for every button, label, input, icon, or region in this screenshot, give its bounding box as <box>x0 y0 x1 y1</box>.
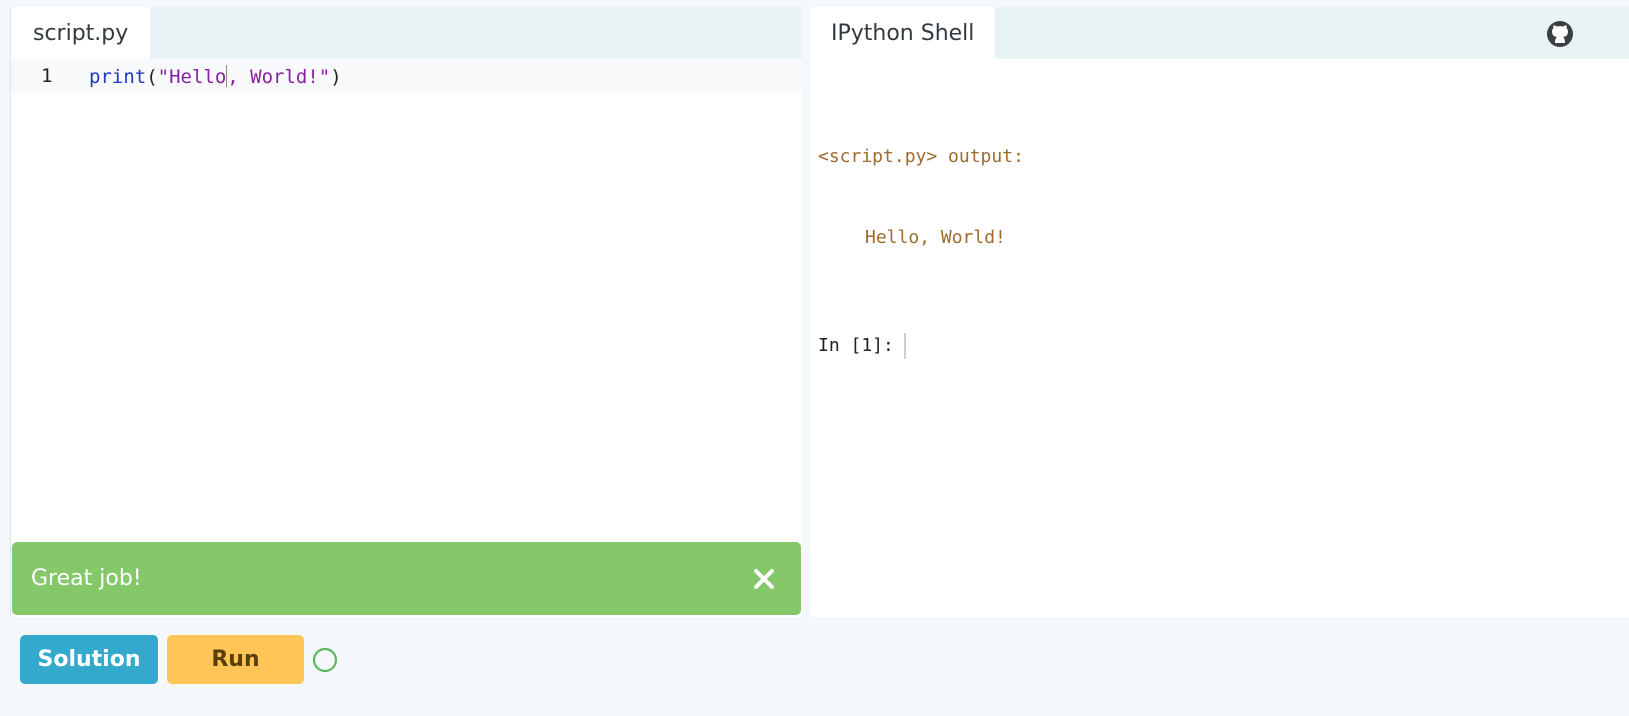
success-toast: Great job! <box>12 542 801 615</box>
shell-tab-label: IPython Shell <box>831 20 975 46</box>
close-icon[interactable] <box>749 564 779 594</box>
code-token-func: print <box>89 65 147 88</box>
tab-script-py[interactable]: script.py <box>11 7 151 59</box>
solution-button[interactable]: Solution <box>20 635 158 684</box>
code-token-open-paren: ( <box>146 65 158 88</box>
tab-label: script.py <box>33 20 129 46</box>
status-circle-icon <box>312 647 338 673</box>
run-button-label: Run <box>211 647 260 672</box>
toast-message: Great job! <box>31 566 142 591</box>
editor-pane: script.py 1 print("Hello, World!") <box>10 7 802 617</box>
tab-ipython-shell[interactable]: IPython Shell <box>810 7 996 59</box>
editor-tab-bar: script.py <box>11 7 802 59</box>
shell-output: <script.py> output: Hello, World! In [1]… <box>818 89 1024 413</box>
output-line: Hello, World! <box>865 227 1006 248</box>
shell-prompt-row[interactable]: In [1]: <box>818 332 1024 359</box>
shell-pane: IPython Shell <script.py> output: Hello,… <box>810 7 1629 617</box>
code-text[interactable]: print("Hello, World!") <box>73 64 342 88</box>
code-token-close-paren: ) <box>330 65 342 88</box>
code-token-string-end: , World!" <box>227 65 331 88</box>
code-line[interactable]: 1 print("Hello, World!") <box>11 59 802 93</box>
run-button[interactable]: Run <box>167 635 304 684</box>
line-number: 1 <box>41 65 53 87</box>
code-token-string-start: "Hello <box>157 65 227 88</box>
output-header: <script.py> output: <box>818 146 1024 167</box>
github-icon[interactable] <box>1545 19 1575 49</box>
shell-prompt: In [1]: <box>818 335 894 356</box>
shell-tab-bar: IPython Shell <box>810 7 1629 59</box>
shell-input-cursor[interactable] <box>903 332 906 359</box>
solution-button-label: Solution <box>37 647 141 672</box>
